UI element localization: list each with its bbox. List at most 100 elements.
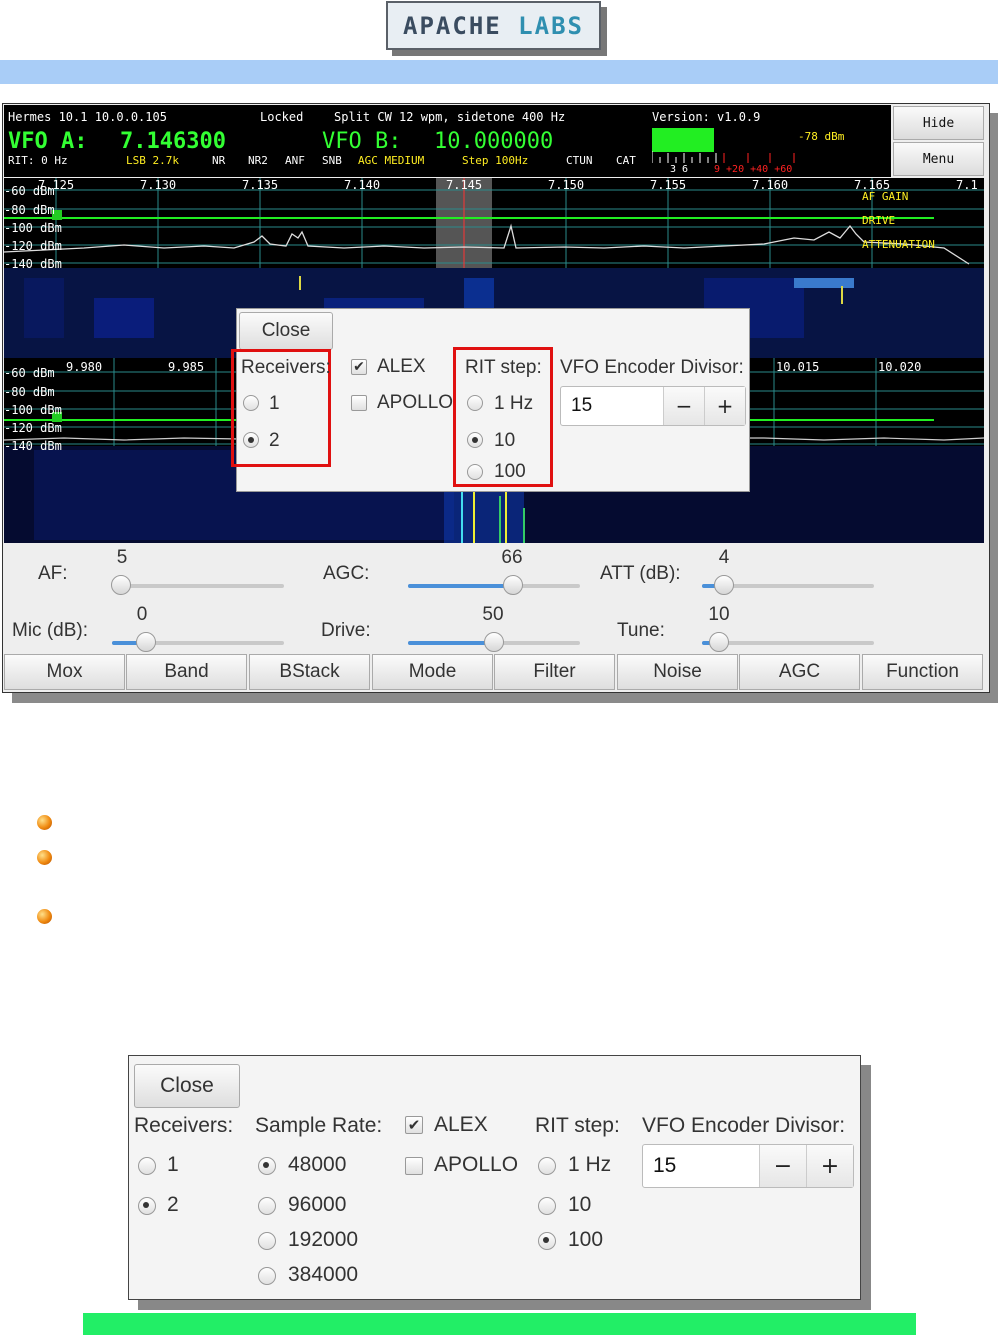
nr-status[interactable]: NR [212,154,225,167]
rit-radio-10[interactable] [538,1197,556,1215]
att-slider[interactable] [702,575,874,595]
vfo-encoder-value[interactable]: 15 [561,387,663,425]
mox-button[interactable]: Mox [4,654,125,690]
agc-slider-knob[interactable] [503,575,523,595]
receivers-label: Receivers: [134,1114,234,1137]
dbm-label: -60 dBm [4,366,55,380]
receivers-radio-1[interactable] [243,395,259,411]
noise-button[interactable]: Noise [617,654,738,690]
s-meter-scale-red: 9 +20 +40 +60 [714,164,793,175]
vfo-encoder-value[interactable]: 15 [643,1145,759,1187]
af-slider-knob[interactable] [111,575,131,595]
bullet-icon [37,909,52,924]
bottom-green-bar [83,1313,916,1335]
sample-rate-radio-192000[interactable] [258,1232,276,1250]
sample-rate-option-label: 192000 [288,1228,359,1251]
freq-label: 7.150 [548,178,585,192]
radio-info: Hermes 10.1 10.0.0.105 [8,110,167,124]
sample-rate-radio-96000[interactable] [258,1197,276,1215]
anf-status[interactable]: ANF [285,154,305,167]
decrement-button[interactable]: − [663,387,704,425]
menu-button[interactable]: Menu [893,142,984,176]
dbm-label: -60 dBm [4,184,55,198]
s-meter-scale-white: 3 6 [670,164,689,175]
apache-labs-logo: APACHE LABS [386,1,601,50]
agc-slider[interactable] [408,575,580,595]
logo-part2: LABS [518,11,584,40]
sample-rate-label: Sample Rate: [255,1114,383,1137]
af-slider[interactable] [111,575,284,595]
apollo-checkbox[interactable] [351,395,367,411]
receivers-radio-2[interactable] [243,432,259,448]
tune-slider-knob[interactable] [709,632,729,652]
receivers-label: Receivers: [241,357,331,378]
s-meter-dbm: -78 dBm [798,130,845,143]
mic-slider[interactable] [112,632,284,652]
apollo-checkbox[interactable] [405,1157,423,1175]
rit-radio-1hz[interactable] [538,1157,556,1175]
logo-part1: APACHE [403,11,502,40]
increment-button[interactable]: + [806,1145,853,1187]
vfo-encoder-label: VFO Encoder Divisor: [642,1114,846,1137]
agc-value: 66 [501,547,523,568]
rit-option-label: 100 [568,1228,604,1251]
rit-radio-100[interactable] [467,464,483,480]
freq-label: 7.145 [446,178,483,192]
vfo-b-frequency[interactable]: 10.000000 [434,129,553,154]
tune-value: 10 [708,604,730,625]
dbm-label: -100 dBm [4,221,62,235]
tune-label: Tune: [617,620,665,641]
drive-slider[interactable] [408,632,580,652]
apollo-label: APOLLO [434,1153,519,1176]
sample-rate-radio-48000[interactable] [258,1157,276,1175]
vfo-encoder-spinner[interactable]: 15 − + [560,386,746,426]
vfo-a-frequency[interactable]: 7.146300 [120,129,226,154]
mic-slider-knob[interactable] [136,632,156,652]
split-status: Split CW 12 wpm, sidetone 400 Hz [334,110,566,124]
rit-radio-10[interactable] [467,432,483,448]
filter-button[interactable]: Filter [494,654,615,690]
sample-rate-radio-384000[interactable] [258,1267,276,1285]
vfo-a-label[interactable]: VFO A: [8,129,87,154]
close-button[interactable]: Close [239,312,333,350]
nr2-status[interactable]: NR2 [248,154,268,167]
close-button[interactable]: Close [134,1064,240,1108]
agc-button[interactable]: AGC [739,654,860,690]
snb-status[interactable]: SNB [322,154,342,167]
alex-checkbox[interactable]: ✔ [405,1116,423,1134]
band-button[interactable]: Band [126,654,247,690]
mode-status[interactable]: LSB 2.7k [126,154,179,167]
freq-label: 7.140 [344,178,381,192]
alex-checkbox[interactable]: ✔ [351,359,367,375]
dbm-label: -80 dBm [4,385,55,399]
vfo-b-label[interactable]: VFO B: [322,129,401,154]
agc-status[interactable]: AGC MEDIUM [358,154,424,167]
vfo-encoder-spinner[interactable]: 15 − + [642,1144,854,1188]
receivers-radio-1[interactable] [138,1157,156,1175]
receivers-option-label: 2 [167,1193,179,1216]
att-slider-knob[interactable] [714,575,734,595]
s-meter-bar [652,128,714,152]
drive-value: 50 [482,604,504,625]
dbm-label: -80 dBm [4,203,55,217]
function-button[interactable]: Function [862,654,983,690]
tune-slider[interactable] [702,632,874,652]
freq-label: 9.980 [66,360,103,374]
decrement-button[interactable]: − [759,1145,806,1187]
freq-label: 10.015 [776,360,820,374]
ctun-status[interactable]: CTUN [566,154,593,167]
increment-button[interactable]: + [704,387,745,425]
drive-slider-knob[interactable] [484,632,504,652]
mode-button[interactable]: Mode [372,654,493,690]
att-label: ATT (dB): [600,563,681,584]
alex-label: ALEX [434,1113,488,1136]
rit-radio-1hz[interactable] [467,395,483,411]
hide-button[interactable]: Hide [893,106,984,140]
rit-radio-100[interactable] [538,1232,556,1250]
bullet-icon [37,850,52,865]
alex-label: ALEX [377,356,426,377]
bstack-button[interactable]: BStack [249,654,370,690]
step-status[interactable]: Step 100Hz [462,154,528,167]
receivers-radio-2[interactable] [138,1197,156,1215]
rit-option-label: 10 [568,1193,592,1216]
